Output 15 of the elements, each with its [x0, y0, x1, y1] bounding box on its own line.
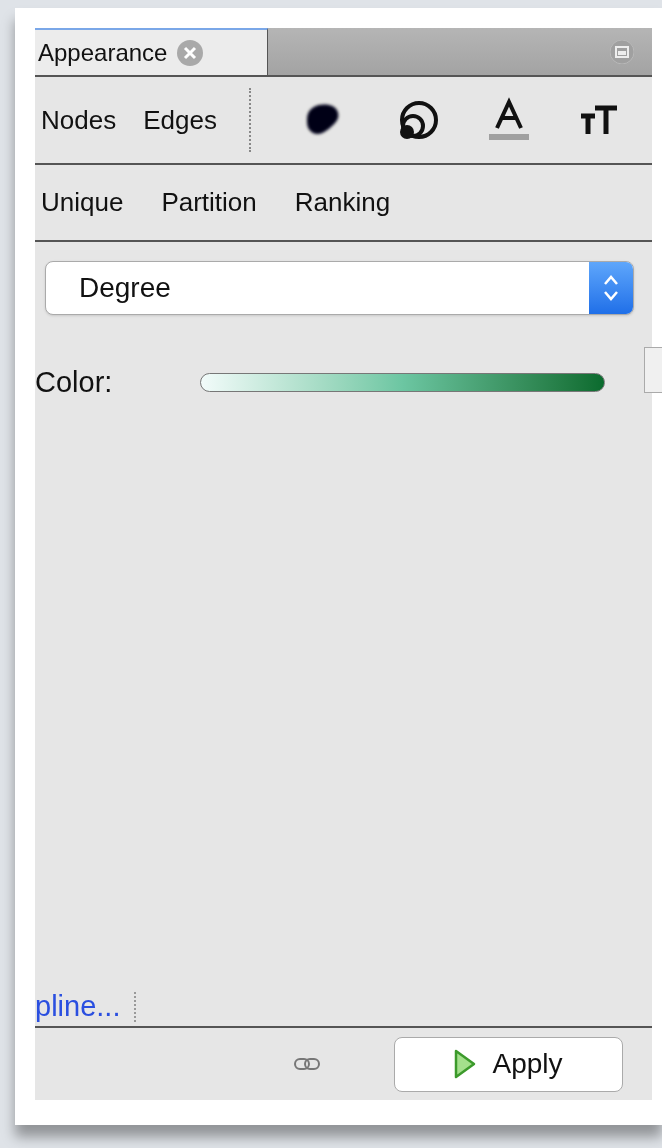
tab-title: Appearance [38, 37, 168, 68]
apply-button[interactable]: Apply [394, 1036, 623, 1092]
link-icon[interactable] [294, 1057, 320, 1071]
mode-tab[interactable]: Unique [41, 183, 124, 222]
mode-tab[interactable]: Ranking [294, 183, 391, 222]
color-gradient-bar[interactable] [200, 373, 605, 393]
element-tab[interactable]: Nodes [41, 100, 117, 140]
spline-link[interactable]: pline... [35, 985, 135, 1029]
attribute-select[interactable]: Degree [45, 261, 634, 315]
mode-tab[interactable]: Partition [161, 183, 257, 222]
stepper-icon [602, 273, 620, 303]
element-tab[interactable]: Edges [143, 100, 217, 140]
play-icon [454, 1049, 477, 1079]
panel-tab[interactable]: Appearance [35, 28, 268, 75]
color-label: Color: [35, 365, 114, 400]
